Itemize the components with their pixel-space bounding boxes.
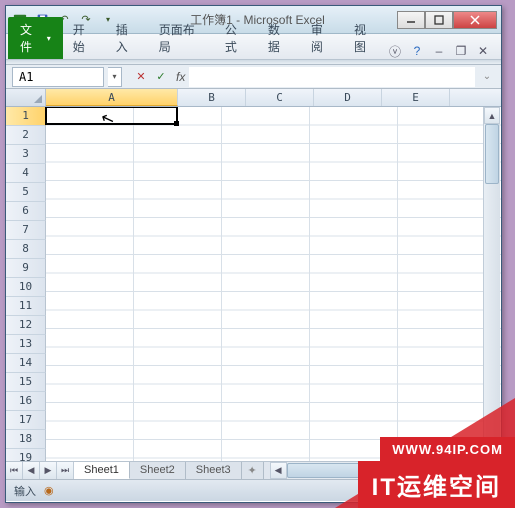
col-header-a[interactable]: A xyxy=(46,89,178,106)
col-header-e[interactable]: E xyxy=(382,89,450,106)
ribbon-tabs: 文件 ▾ 开始 插入 页面布局 公式 数据 审阅 视图 ⓥ ? – ❐ ✕ xyxy=(6,34,501,60)
sheet-tab-1[interactable]: Sheet1 xyxy=(74,462,130,479)
row-header[interactable]: 19 xyxy=(6,449,46,461)
row-header[interactable]: 8 xyxy=(6,240,46,259)
row-headers: 1 2 3 4 5 6 7 8 9 10 11 12 13 14 15 16 1… xyxy=(6,107,46,461)
fx-label[interactable]: fx xyxy=(176,70,185,84)
formula-input[interactable] xyxy=(189,67,475,87)
col-header-b[interactable]: B xyxy=(178,89,246,106)
row-header[interactable]: 3 xyxy=(6,145,46,164)
help-icon[interactable]: ? xyxy=(409,43,425,59)
maximize-button[interactable] xyxy=(425,11,453,29)
close-button[interactable] xyxy=(453,11,497,29)
row-header[interactable]: 11 xyxy=(6,297,46,316)
tab-data[interactable]: 数据 xyxy=(258,16,301,59)
watermark-url: WWW.94IP.COM xyxy=(380,437,515,462)
scroll-left-icon[interactable]: ◀ xyxy=(270,462,287,479)
scroll-thumb[interactable] xyxy=(485,124,499,184)
row-header[interactable]: 18 xyxy=(6,430,46,449)
file-tab[interactable]: 文件 ▾ xyxy=(8,17,63,59)
watermark-brand: IT运维空间 xyxy=(358,461,515,508)
tab-insert[interactable]: 插入 xyxy=(106,16,149,59)
scroll-up-icon[interactable]: ▲ xyxy=(484,107,500,124)
row-header[interactable]: 13 xyxy=(6,335,46,354)
tab-view[interactable]: 视图 xyxy=(344,16,387,59)
row-header[interactable]: 7 xyxy=(6,221,46,240)
row-header[interactable]: 5 xyxy=(6,183,46,202)
doc-close-icon[interactable]: ✕ xyxy=(475,43,491,59)
name-box-dropdown-icon[interactable]: ▾ xyxy=(108,67,122,87)
row-header[interactable]: 16 xyxy=(6,392,46,411)
window-buttons xyxy=(397,11,497,29)
status-mode-label: 输入 xyxy=(14,483,36,499)
tab-layout[interactable]: 页面布局 xyxy=(149,16,215,59)
row-header[interactable]: 4 xyxy=(6,164,46,183)
row-header[interactable]: 1 xyxy=(6,107,46,126)
first-sheet-icon[interactable]: ⏮ xyxy=(6,462,23,479)
row-header[interactable]: 14 xyxy=(6,354,46,373)
row-header[interactable]: 9 xyxy=(6,259,46,278)
file-dropdown-icon: ▾ xyxy=(47,34,51,43)
last-sheet-icon[interactable]: ⏭ xyxy=(57,462,74,479)
sheet-tab-2[interactable]: Sheet2 xyxy=(130,462,186,479)
prev-sheet-icon[interactable]: ◀ xyxy=(23,462,40,479)
doc-restore-icon[interactable]: ❐ xyxy=(453,43,469,59)
active-cell-a1[interactable] xyxy=(45,107,178,125)
new-sheet-icon[interactable]: ✦ xyxy=(242,462,264,479)
file-tab-label: 文件 xyxy=(20,21,43,55)
doc-minimize-icon[interactable]: – xyxy=(431,43,447,59)
tab-home[interactable]: 开始 xyxy=(63,16,106,59)
tab-review[interactable]: 审阅 xyxy=(301,16,344,59)
formula-bar: A1 ▾ ✕ ✓ fx ⌄ xyxy=(6,65,501,89)
macro-record-icon[interactable]: ◉ xyxy=(44,484,54,497)
expand-formula-icon[interactable]: ⌄ xyxy=(479,71,495,82)
name-box[interactable]: A1 xyxy=(12,67,104,87)
col-header-d[interactable]: D xyxy=(314,89,382,106)
minimize-ribbon-icon[interactable]: ⓥ xyxy=(387,43,403,59)
row-header[interactable]: 10 xyxy=(6,278,46,297)
column-headers: A B C D E xyxy=(6,89,501,107)
row-header[interactable]: 2 xyxy=(6,126,46,145)
col-header-c[interactable]: C xyxy=(246,89,314,106)
tab-formulas[interactable]: 公式 xyxy=(215,16,258,59)
sheet-tab-3[interactable]: Sheet3 xyxy=(186,462,242,479)
next-sheet-icon[interactable]: ▶ xyxy=(40,462,57,479)
row-header[interactable]: 12 xyxy=(6,316,46,335)
row-header[interactable]: 6 xyxy=(6,202,46,221)
cancel-formula-icon[interactable]: ✕ xyxy=(132,68,150,86)
row-header[interactable]: 15 xyxy=(6,373,46,392)
minimize-button[interactable] xyxy=(397,11,425,29)
accept-formula-icon[interactable]: ✓ xyxy=(152,68,170,86)
select-all-corner[interactable] xyxy=(6,89,46,106)
row-header[interactable]: 17 xyxy=(6,411,46,430)
